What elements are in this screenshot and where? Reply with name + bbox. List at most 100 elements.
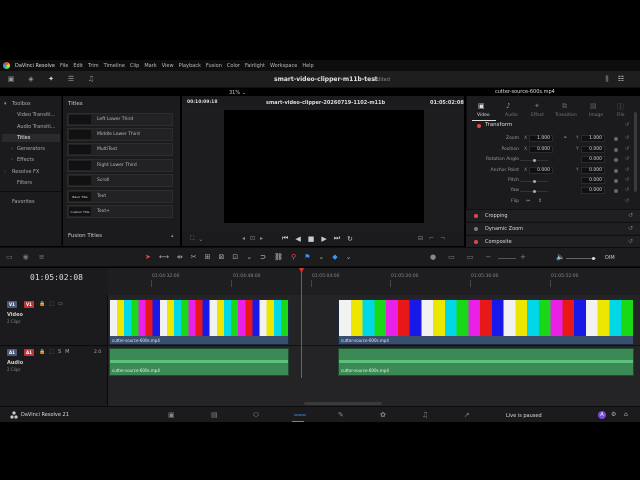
keyframe-icon[interactable]	[614, 169, 618, 173]
menu-timeline[interactable]: Timeline	[104, 63, 125, 69]
jump-start-icon[interactable]: ⏮	[282, 234, 288, 243]
auto-select-icon[interactable]: ⬚	[49, 301, 54, 307]
keyframe-icon[interactable]	[614, 137, 618, 141]
audio-clip[interactable]: cutter-source-600s.mp4	[338, 348, 634, 376]
flag-icon[interactable]: ⚑	[304, 253, 310, 261]
track-source-badge[interactable]: V1	[24, 301, 34, 308]
home-icon[interactable]: ⌂	[624, 411, 628, 418]
title-item[interactable]: Left Lower Third	[67, 113, 173, 126]
rotation-field[interactable]: 0.000	[581, 156, 605, 163]
timeline-ruler[interactable]	[108, 268, 640, 295]
effect-tab-icon[interactable]: ✦	[534, 102, 540, 110]
sound-library-icon[interactable]: ♫	[86, 74, 96, 84]
lock-icon[interactable]: 🔒	[39, 349, 45, 355]
play-icon[interactable]: ▶	[321, 235, 326, 243]
pitch-field[interactable]: 0.000	[581, 177, 605, 184]
lock-icon[interactable]: 🔒	[39, 301, 45, 307]
rotation-slider[interactable]	[520, 159, 548, 162]
overwrite-clip-icon[interactable]: ⊠	[219, 253, 225, 261]
collapse-section-icon[interactable]: ▴	[171, 233, 174, 239]
audio-tab-icon[interactable]: ♪	[506, 102, 510, 110]
menu-trim[interactable]: Trim	[88, 63, 99, 69]
inspector-tab-file[interactable]: File	[617, 113, 625, 118]
snapping-icon[interactable]: ⊃	[260, 253, 266, 261]
sync-bin-icon[interactable]: ◈	[26, 74, 36, 84]
fairlight-page-icon[interactable]: ♫	[422, 411, 428, 419]
tree-effects-toggle[interactable]: ›	[11, 157, 13, 163]
track-source-badge[interactable]: A1	[24, 349, 34, 356]
inspector-tab-transition[interactable]: Transition	[555, 113, 577, 118]
section-dynamic-zoom[interactable]: Dynamic Zoom ↺	[466, 222, 640, 234]
tree-generators[interactable]: Generators	[17, 146, 45, 152]
section-transform[interactable]: Transform	[485, 122, 512, 128]
video-clip[interactable]: cutter-source-600s.mp4	[338, 299, 634, 345]
marker-icon[interactable]: ◆	[332, 253, 337, 261]
selection-tool-icon[interactable]: ➤	[145, 253, 151, 261]
zoom-custom-icon[interactable]: ▭	[467, 253, 474, 261]
zoom-full-icon[interactable]: ●	[430, 253, 436, 261]
title-item[interactable]: Middle Lower Third	[67, 128, 173, 141]
timeline-timecode[interactable]: 01:05:02:08	[30, 273, 83, 282]
track-dest-badge[interactable]: V1	[7, 301, 17, 308]
user-avatar[interactable]: A	[598, 411, 606, 419]
tree-effects[interactable]: Effects	[17, 157, 34, 163]
title-item[interactable]: MultiText	[67, 143, 173, 156]
settings-icon[interactable]: ⚙	[611, 411, 616, 418]
chevron-down-icon[interactable]: ⌄	[246, 253, 252, 261]
tree-video-transitions[interactable]: Video Transiti...	[17, 112, 55, 118]
section-cropping[interactable]: Cropping ↺	[466, 209, 640, 221]
title-item[interactable]: Basic Title Text	[67, 190, 173, 203]
auto-select-icon[interactable]: ⬚	[49, 349, 54, 355]
viewer-frame[interactable]	[224, 110, 424, 223]
inspector-tab-audio[interactable]: Audio	[505, 113, 518, 118]
title-item[interactable]: Custom Title Text+	[67, 205, 173, 218]
volume-slider[interactable]	[566, 257, 596, 260]
keyframe-icon[interactable]	[614, 148, 618, 152]
file-tab-icon[interactable]: ⓘ	[617, 102, 624, 112]
reset-icon[interactable]: ↺	[625, 122, 629, 128]
pitch-slider[interactable]	[520, 180, 548, 183]
color-page-icon[interactable]: ✿	[380, 411, 386, 419]
keyframe-icon[interactable]	[614, 179, 618, 183]
menu-view[interactable]: View	[162, 63, 174, 69]
tracks-icon[interactable]: ◉	[23, 253, 29, 261]
tree-titles[interactable]: Titles	[17, 135, 30, 141]
edit-index-icon[interactable]: ☰	[66, 74, 76, 84]
replace-clip-icon[interactable]: ⊡	[232, 253, 238, 261]
keyframe-icon[interactable]	[614, 189, 618, 193]
cut-page-icon[interactable]: ▤	[211, 411, 218, 419]
menu-fairlight[interactable]: Fairlight	[245, 63, 265, 69]
reset-icon[interactable]: ↺	[625, 177, 629, 183]
track-dest-badge[interactable]: A1	[7, 349, 17, 356]
monitor-icon[interactable]: ▭	[58, 301, 63, 307]
transition-tab-icon[interactable]: ⧉	[562, 102, 567, 111]
transform-enabled-dot[interactable]	[477, 124, 481, 128]
loop-icon[interactable]: ↻	[347, 235, 353, 243]
timeline-zoom-slider[interactable]	[498, 258, 516, 259]
edit-page-icon[interactable]: ⬭	[253, 411, 259, 420]
viewer-zoom-dropdown[interactable]: 31% ⌄	[229, 90, 246, 96]
reset-icon[interactable]: ↺	[628, 225, 633, 232]
reset-icon[interactable]: ↺	[625, 156, 629, 162]
menu-playback[interactable]: Playback	[179, 63, 201, 69]
tree-resolvefx-toggle[interactable]: ›	[4, 169, 6, 175]
menu-fusion[interactable]: Fusion	[206, 63, 222, 69]
image-tab-icon[interactable]: ▤	[590, 102, 597, 110]
insert-clip-icon[interactable]: ⊞	[205, 253, 211, 261]
trim-tool-icon[interactable]: ⟷	[159, 253, 169, 261]
fusion-page-icon[interactable]: ✎	[338, 411, 344, 419]
nav-next-icon[interactable]: ▸	[260, 235, 263, 242]
video-tab-icon[interactable]: ▣	[478, 102, 485, 110]
blade-tool-icon[interactable]: ✂	[191, 253, 197, 261]
zoom-detail-icon[interactable]: ▭	[448, 253, 455, 261]
reset-icon[interactable]: ↺	[628, 238, 633, 245]
menu-mark[interactable]: Mark	[144, 63, 156, 69]
link-icon[interactable]: ⚭	[563, 135, 567, 141]
linked-selection-icon[interactable]: ⛓	[274, 253, 283, 261]
tree-filters[interactable]: Filters	[17, 180, 32, 186]
inspector-scrollbar[interactable]	[634, 112, 637, 192]
inspector-tab-image[interactable]: Image	[589, 113, 603, 118]
tree-toolbox[interactable]: Toolbox	[12, 101, 31, 107]
section-enabled-dot[interactable]	[474, 227, 478, 231]
audio-clip[interactable]: cutter-source-600s.mp4	[109, 348, 289, 376]
